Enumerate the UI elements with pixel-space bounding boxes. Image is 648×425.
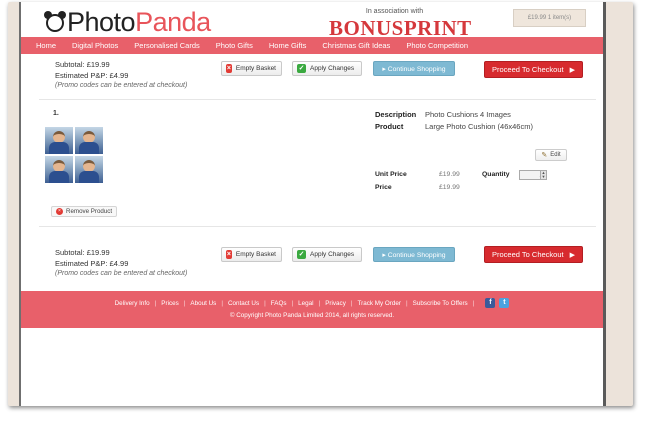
nav-item-photo-competition[interactable]: Photo Competition [406, 41, 468, 50]
footer-link-track-my-order[interactable]: Track My Order [358, 300, 402, 307]
nav-item-digital-photos[interactable]: Digital Photos [72, 41, 118, 50]
price-value: £19.99 [439, 184, 460, 191]
apply-changes-button[interactable]: ✓ Apply Changes [292, 61, 362, 76]
footer-link-contact-us[interactable]: Contact Us [228, 300, 259, 307]
panda-logo-icon [44, 11, 66, 33]
continue-shopping-label: ▸ Continue Shopping [382, 65, 446, 73]
footer-link-about-us[interactable]: About Us [190, 300, 216, 307]
page-content: PhotoPanda In association with BONUSPRIN… [21, 2, 603, 406]
footer-link-faqs[interactable]: FAQs [271, 300, 287, 307]
footer-links: Delivery Info | Prices | About Us | Contact… [21, 297, 603, 309]
empty-basket-label: Empty Basket [235, 65, 276, 72]
divider [39, 99, 596, 100]
postage-text: Estimated P&P: £4.99 [55, 71, 129, 80]
apply-changes-label: Apply Changes [310, 251, 355, 258]
subtotal-text: Subtotal: £19.99 [55, 60, 110, 69]
edit-label: Edit [550, 152, 561, 158]
promo-note: (Promo codes can be entered at checkout) [55, 82, 188, 89]
footer-link-legal[interactable]: Legal [298, 300, 313, 307]
site-footer: Delivery Info | Prices | About Us | Contact… [21, 291, 603, 328]
pencil-icon: ✎ [541, 152, 548, 159]
nav-item-christmas-gift-ideas[interactable]: Christmas Gift Ideas [322, 41, 390, 50]
basket-summary[interactable]: £19.99 1 item(s) [513, 9, 586, 27]
chevron-right-icon: ▶ [569, 251, 575, 259]
postage-text: Estimated P&P: £4.99 [55, 259, 129, 268]
promo-note: (Promo codes can be entered at checkout) [55, 270, 188, 277]
footer-link-subscribe-to-offers[interactable]: Subscribe To Offers [413, 300, 468, 307]
unit-price-value: £19.99 [439, 171, 460, 178]
apply-changes-label: Apply Changes [310, 65, 355, 72]
continue-shopping-label: ▸ Continue Shopping [382, 251, 446, 259]
close-icon: × [226, 250, 232, 259]
product-thumbnail[interactable] [45, 127, 103, 183]
empty-basket-button[interactable]: × Empty Basket [221, 247, 282, 262]
close-icon: × [226, 64, 232, 73]
check-icon: ✓ [297, 64, 306, 73]
twitter-icon[interactable]: t [499, 298, 510, 308]
footer-link-delivery-info[interactable]: Delivery Info [115, 300, 150, 307]
continue-shopping-button[interactable]: ▸ Continue Shopping [373, 247, 455, 262]
checkout-button[interactable]: Proceed To Checkout ▶ [484, 61, 583, 78]
price-label: Price [375, 184, 392, 191]
checkout-label: Proceed To Checkout [492, 250, 564, 259]
remove-icon: × [56, 208, 63, 215]
chevron-down-icon: ▼ [541, 174, 546, 179]
browser-frame: PhotoPanda In association with BONUSPRIN… [8, 2, 633, 406]
footer-link-prices[interactable]: Prices [161, 300, 179, 307]
thumbnail-photo [75, 127, 103, 154]
empty-basket-button[interactable]: × Empty Basket [221, 61, 282, 76]
nav-item-home[interactable]: Home [36, 41, 56, 50]
continue-shopping-button[interactable]: ▸ Continue Shopping [373, 61, 455, 76]
apply-changes-button[interactable]: ✓ Apply Changes [292, 247, 362, 262]
product-value: Large Photo Cushion (46x46cm) [425, 122, 533, 131]
unit-price-label: Unit Price [375, 171, 407, 178]
quantity-label: Quantity [482, 171, 510, 178]
item-number: 1. [53, 110, 59, 117]
description-label: Description [375, 110, 417, 119]
nav-item-home-gifts[interactable]: Home Gifts [269, 41, 307, 50]
check-icon: ✓ [297, 250, 306, 259]
remove-product-button[interactable]: × Remove Product [51, 206, 118, 217]
nav-item-personalised-cards[interactable]: Personalised Cards [134, 41, 199, 50]
thumbnail-photo [45, 156, 73, 183]
site-logo[interactable]: PhotoPanda [44, 8, 211, 36]
description-value: Photo Cushions 4 Images [425, 110, 511, 119]
logo-text: PhotoPanda [67, 7, 211, 37]
footer-link-privacy[interactable]: Privacy [325, 300, 346, 307]
subtotal-text: Subtotal: £19.99 [55, 248, 110, 257]
association-text: In association with [365, 8, 424, 15]
product-label: Product [375, 122, 404, 131]
facebook-icon[interactable]: f [485, 298, 496, 308]
thumbnail-photo [45, 127, 73, 154]
checkout-button[interactable]: Proceed To Checkout ▶ [484, 246, 583, 263]
checkout-label: Proceed To Checkout [492, 65, 564, 74]
empty-basket-label: Empty Basket [235, 251, 276, 258]
chevron-right-icon: ▶ [569, 66, 575, 74]
quantity-stepper[interactable]: ▲ ▼ [540, 170, 547, 180]
copyright-text: © Copyright Photo Panda Limited 2014, al… [229, 312, 395, 319]
nav-item-photo-gifts[interactable]: Photo Gifts [216, 41, 253, 50]
frame-right-edge [603, 2, 606, 406]
divider [39, 226, 596, 227]
edit-button[interactable]: ✎ Edit [535, 149, 567, 161]
main-nav: Home Digital Photos Personalised Cards P… [21, 37, 603, 54]
remove-product-label: Remove Product [66, 208, 113, 215]
thumbnail-photo [75, 156, 103, 183]
